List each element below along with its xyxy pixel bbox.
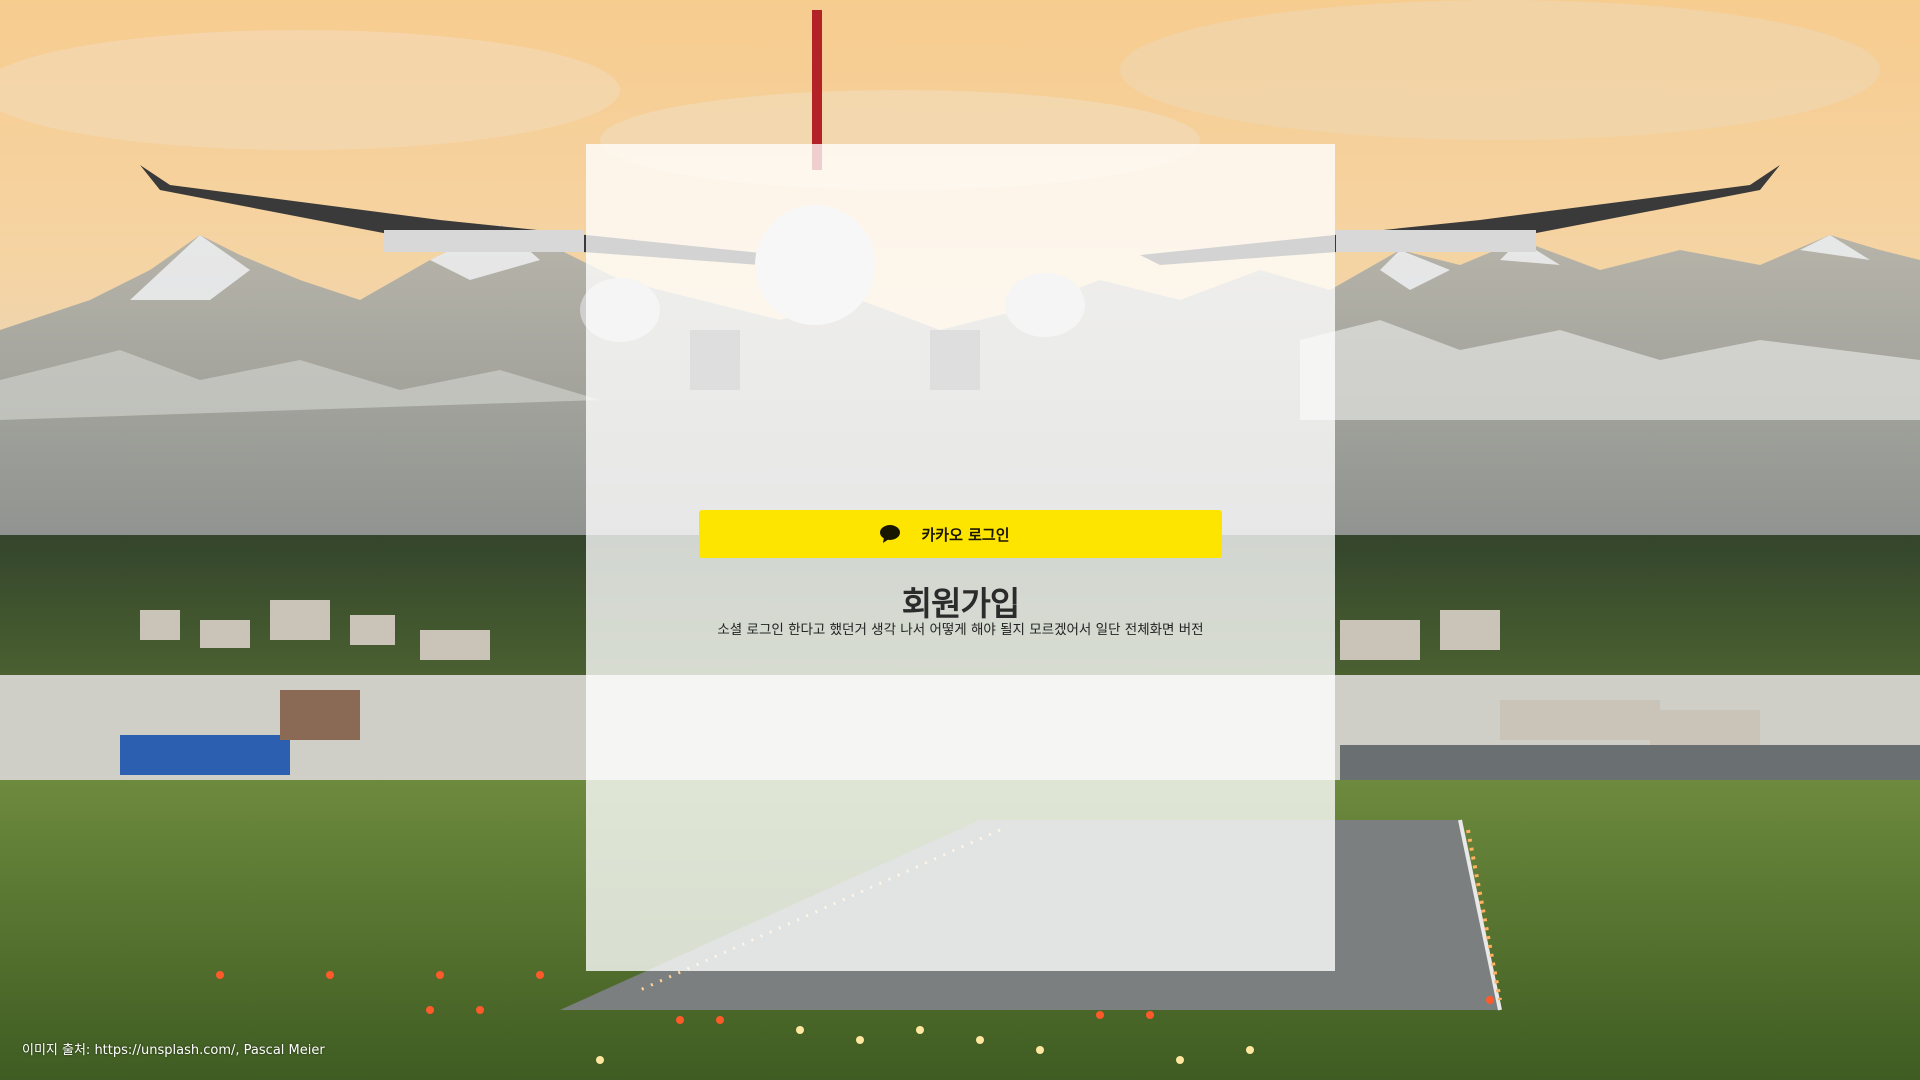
kakao-login-button[interactable]: 카카오 로그인 (699, 510, 1222, 558)
kakao-login-label: 카카오 로그인 (921, 525, 1010, 544)
image-credit: 이미지 출처: https://unsplash.com/, Pascal Me… (22, 1043, 325, 1058)
speech-bubble-icon (880, 525, 900, 543)
signup-card: 회원가입 카카오 로그인 소셜 로그인 한다고 했던거 생각 나서 어떻게 해야… (586, 144, 1335, 971)
signup-note: 소셜 로그인 한다고 했던거 생각 나서 어떻게 해야 될지 모르겠어서 일단 … (717, 622, 1204, 638)
